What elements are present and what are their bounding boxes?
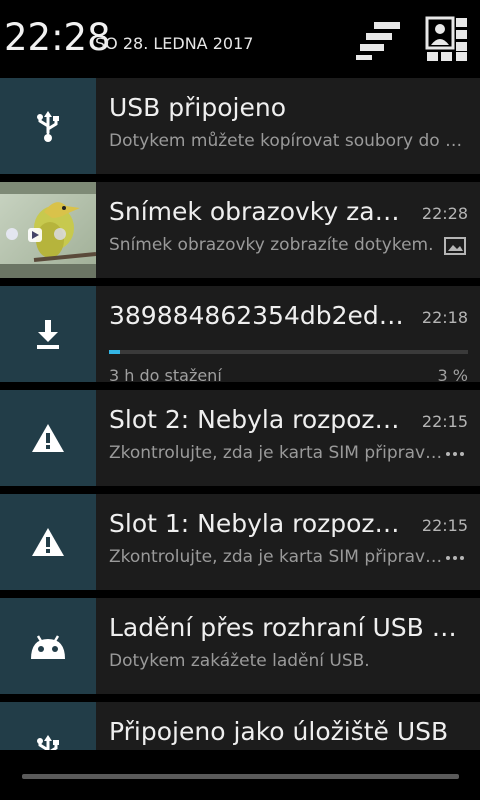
quick-settings-button[interactable] [350,18,406,62]
notification-title: 389884862354db2edd6fae [109,301,409,330]
download-progress-fill [109,350,120,354]
user-icon [425,16,467,61]
quick-settings-icon [356,22,400,60]
notification-icon-box [0,286,96,382]
notification-title: Slot 1: Nebyla rozpoznána karta SIM [109,509,409,538]
notification-time: 22:15 [421,412,468,431]
warning-icon [32,424,64,452]
user-button[interactable] [420,14,472,64]
android-debug-icon [31,635,65,659]
status-bar: 22:28 SO 28. LEDNA 2017 [0,0,480,76]
notification-screenshot[interactable]: Snímek obrazovky zachycen. 22:28 Snímek … [0,182,480,278]
sim-icon [444,549,466,567]
notification-usb-storage[interactable]: Připojeno jako úložiště USB [0,702,480,750]
notification-list[interactable]: USB připojeno Dotykem můžete kopírovat s… [0,78,480,750]
notification-text: Dotykem zakážete ladění USB. [109,651,370,671]
notification-text: Zkontrolujte, zda je karta SIM připraven… [109,443,447,463]
notification-usb-connected[interactable]: USB připojeno Dotykem můžete kopírovat s… [0,78,480,174]
notification-text: Zkontrolujte, zda je karta SIM připraven… [109,547,447,567]
notification-icon-box [0,390,96,486]
notification-icon-box [0,598,96,694]
usb-icon [37,735,59,750]
notification-time: 22:15 [421,516,468,535]
notification-time: 22:28 [421,204,468,223]
download-time-remaining: 3 h do stažení [109,366,222,385]
notification-usb-debugging[interactable]: Ladění přes rozhraní USB připojeno Dotyk… [0,598,480,694]
notification-sim-slot-1[interactable]: Slot 1: Nebyla rozpoznána karta SIM 22:1… [0,494,480,590]
notification-sim-slot-2[interactable]: Slot 2: Nebyla rozpoznána karta SIM 22:1… [0,390,480,486]
download-progress-bar [109,350,468,354]
usb-icon [37,111,59,142]
notification-download[interactable]: 389884862354db2edd6fae 22:18 3 h do staž… [0,286,480,385]
notification-icon-box [0,494,96,590]
notification-time: 22:18 [421,308,468,327]
notification-icon-box [0,78,96,174]
notification-title: Snímek obrazovky zachycen. [109,197,409,226]
image-icon [444,237,466,255]
notification-title: Slot 2: Nebyla rozpoznána karta SIM [109,405,409,434]
download-percent: 3 % [437,366,468,385]
notification-text: Snímek obrazovky zobrazíte dotykem. [109,235,434,255]
screenshot-thumbnail [0,182,97,278]
notification-icon-box [0,702,96,750]
sim-icon [444,445,466,463]
notification-title: USB připojeno [109,93,286,122]
warning-icon [32,528,64,556]
download-icon [37,320,59,349]
notification-text: Dotykem můžete kopírovat soubory do počí… [109,131,465,151]
notification-title: Ladění přes rozhraní USB připojeno [109,613,465,642]
notification-title: Připojeno jako úložiště USB [109,717,449,746]
date[interactable]: SO 28. LEDNA 2017 [95,34,253,53]
notification-shade-bottom [0,750,480,800]
drag-handle[interactable] [22,774,459,779]
